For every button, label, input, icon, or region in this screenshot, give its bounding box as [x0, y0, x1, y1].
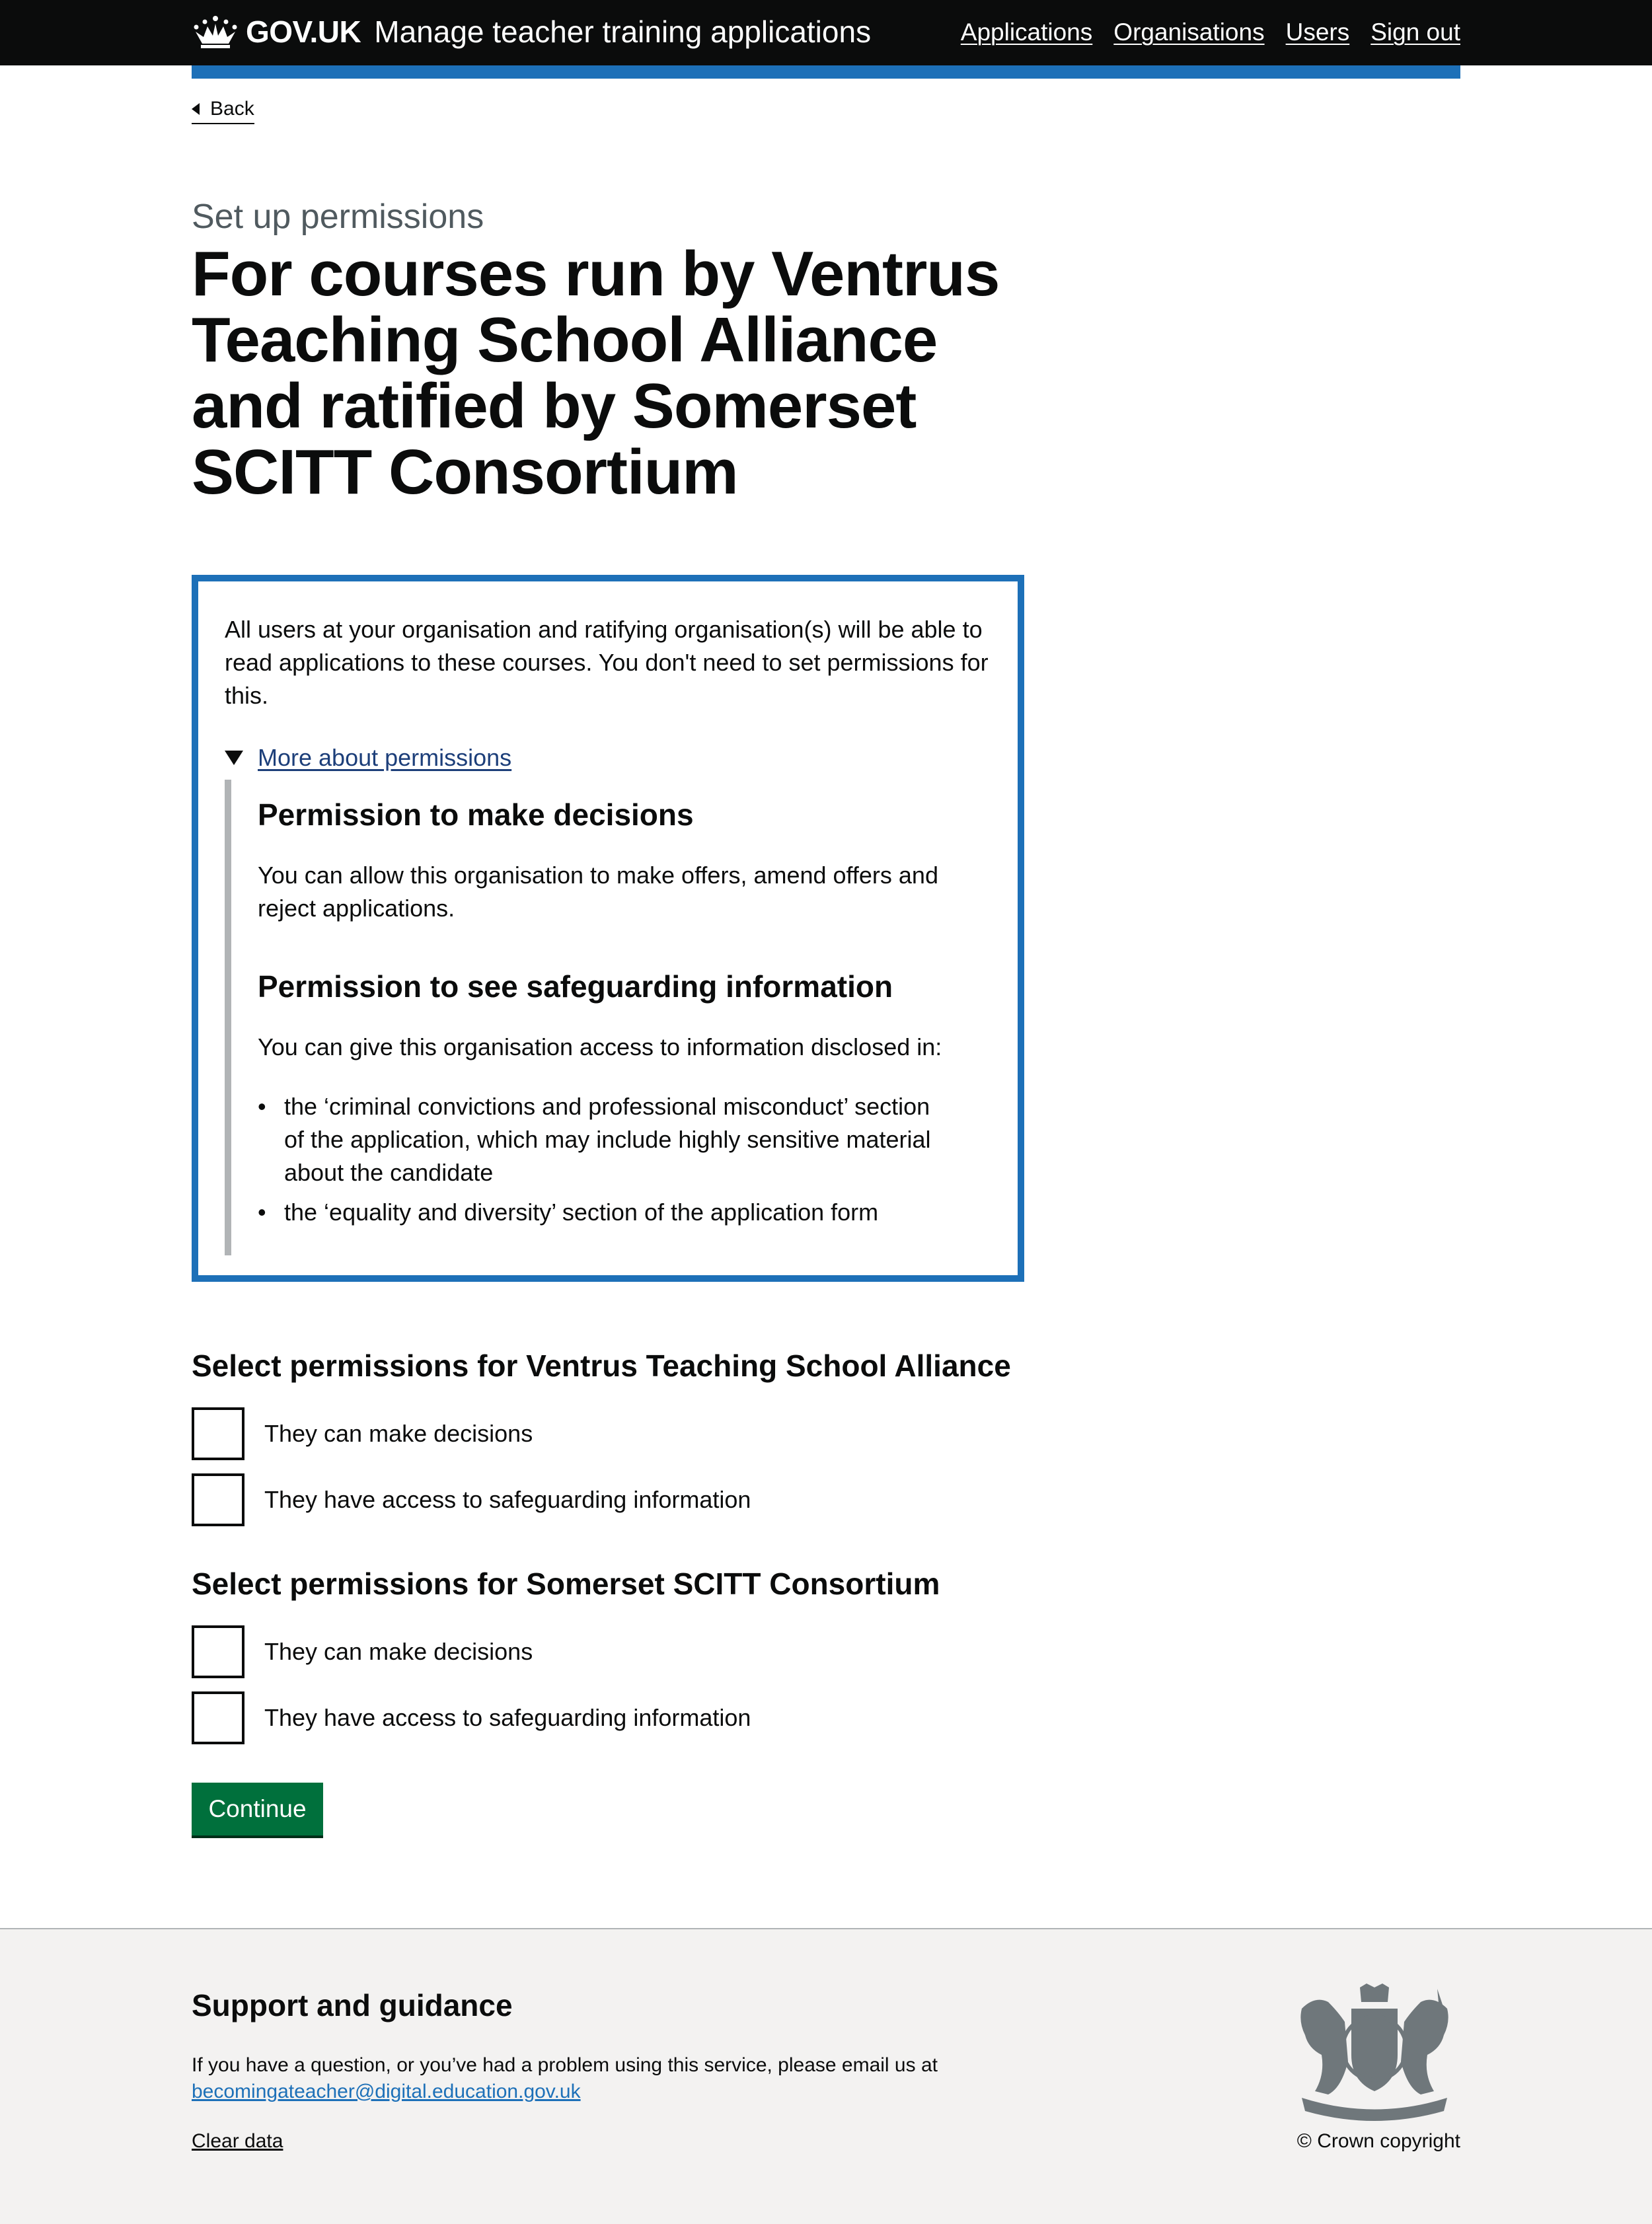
site-footer: Support and guidance If you have a quest…: [0, 1928, 1652, 2224]
fieldset-legend-ventrus: Select permissions for Ventrus Teaching …: [192, 1349, 1011, 1383]
nav-organisations[interactable]: Organisations: [1113, 19, 1264, 46]
back-link[interactable]: Back: [192, 98, 254, 124]
royal-coat-of-arms-icon: [1300, 1983, 1448, 2121]
footer-support-text: If you have a question, or you’ve had a …: [192, 2052, 1051, 2105]
checkbox-label[interactable]: They have access to safeguarding informa…: [264, 1704, 751, 1732]
checkbox-input[interactable]: [192, 1625, 244, 1678]
checkbox-label[interactable]: They can make decisions: [264, 1638, 533, 1666]
header-nav: Applications Organisations Users Sign ou…: [961, 19, 1460, 46]
page-title: For courses run by Ventrus Teaching Scho…: [192, 239, 1000, 507]
header-blue-bar: [192, 65, 1460, 79]
details-body: Permission to make decisions You can all…: [225, 780, 991, 1255]
checkbox-somerset-decisions[interactable]: They can make decisions: [192, 1625, 533, 1678]
site-header: GOV.UK Manage teacher training applicati…: [0, 0, 1652, 65]
footer-heading: Support and guidance: [192, 1988, 513, 2022]
expanded-triangle-icon: [225, 751, 243, 765]
details-summary-link[interactable]: More about permissions: [258, 744, 511, 772]
list-item: the ‘criminal convictions and profession…: [258, 1090, 952, 1189]
checkbox-input[interactable]: [192, 1691, 244, 1744]
back-arrow-icon: [192, 103, 200, 115]
govuk-logo[interactable]: GOV.UK Manage teacher training applicati…: [192, 15, 871, 49]
permissions-info-inset: All users at your organisation and ratif…: [192, 575, 1024, 1282]
checkbox-label[interactable]: They have access to safeguarding informa…: [264, 1486, 751, 1514]
logo-text: GOV.UK: [246, 15, 361, 49]
checkbox-input[interactable]: [192, 1473, 244, 1526]
crown-icon: [194, 16, 237, 48]
header-container: GOV.UK Manage teacher training applicati…: [192, 0, 1460, 65]
fieldset-legend-somerset: Select permissions for Somerset SCITT Co…: [192, 1567, 940, 1601]
nav-sign-out[interactable]: Sign out: [1370, 19, 1460, 46]
checkbox-somerset-safeguarding[interactable]: They have access to safeguarding informa…: [192, 1691, 751, 1744]
nav-applications[interactable]: Applications: [961, 19, 1093, 46]
checkbox-label[interactable]: They can make decisions: [264, 1420, 533, 1448]
checkbox-input[interactable]: [192, 1407, 244, 1460]
inset-intro-text: All users at your organisation and ratif…: [225, 616, 989, 709]
decisions-text: You can allow this organisation to make …: [258, 862, 938, 922]
nav-users[interactable]: Users: [1286, 19, 1350, 46]
service-name[interactable]: Manage teacher training applications: [374, 14, 871, 50]
footer-support-message: If you have a question, or you’ve had a …: [192, 2054, 938, 2076]
safeguarding-text: You can give this organisation access to…: [258, 1033, 942, 1060]
support-email-link[interactable]: becomingateacher@digital.education.gov.u…: [192, 2081, 581, 2102]
details-summary[interactable]: More about permissions: [225, 744, 511, 772]
clear-data-link[interactable]: Clear data: [192, 2130, 283, 2153]
checkbox-ventrus-decisions[interactable]: They can make decisions: [192, 1407, 533, 1460]
continue-button[interactable]: Continue: [192, 1783, 323, 1835]
list-item: the ‘equality and diversity’ section of …: [258, 1196, 952, 1229]
page-caption: Set up permissions: [192, 198, 484, 236]
checkbox-ventrus-safeguarding[interactable]: They have access to safeguarding informa…: [192, 1473, 751, 1526]
back-link-label: Back: [210, 98, 254, 120]
decisions-heading: Permission to make decisions: [258, 797, 694, 832]
crown-copyright[interactable]: © Crown copyright: [1297, 2130, 1460, 2153]
safeguarding-heading: Permission to see safeguarding informati…: [258, 969, 893, 1004]
